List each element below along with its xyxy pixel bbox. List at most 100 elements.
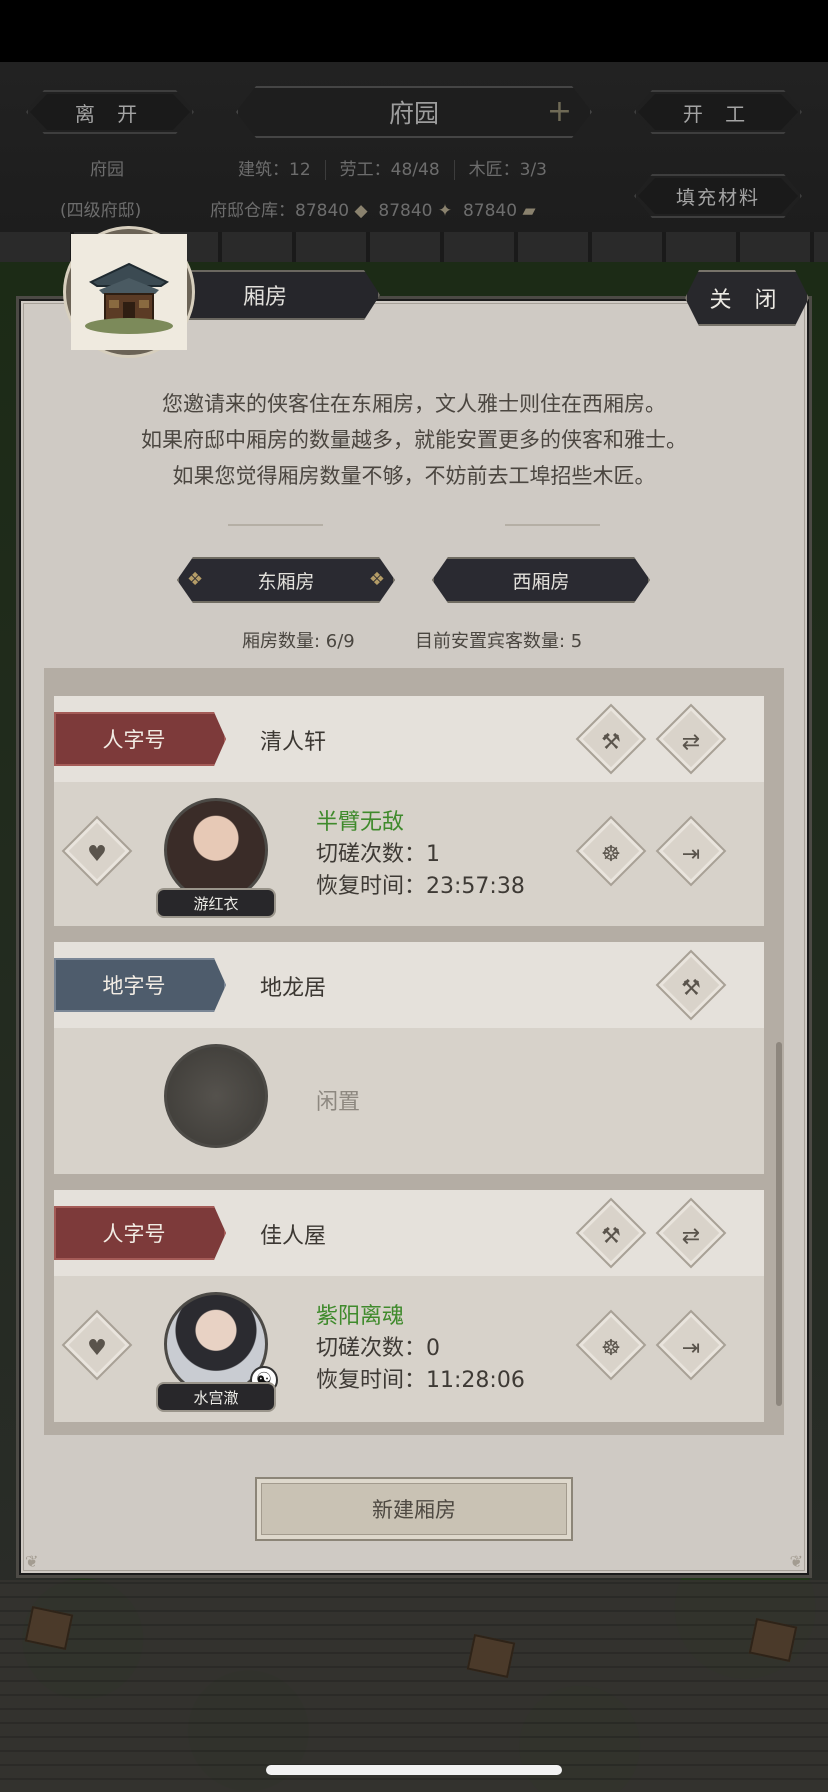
hammer-icon: ⚒ (681, 975, 701, 1001)
ornament-icon: ❖ (368, 569, 385, 590)
recover-time: 恢复时间：11:28:06 (316, 1362, 525, 1394)
room-name: 清人轩 (260, 730, 327, 755)
hammer-icon: ⚒ (601, 1223, 621, 1249)
hammer-icon: ⚒ (601, 729, 621, 755)
labor-count: 劳工：48/48 (339, 160, 440, 180)
spar-label: 切磋次数： (316, 1336, 427, 1361)
swap-button[interactable]: ⇄ (655, 1197, 727, 1269)
spar-count: 切磋次数：1 (316, 836, 440, 868)
fill-materials-label: 填充材料 (675, 186, 760, 209)
recover-value: 11:28:06 (426, 1368, 525, 1393)
stock-value: 87840 (295, 201, 350, 221)
paw-icon: ☸ (601, 1335, 621, 1361)
ornament-divider (228, 524, 323, 526)
corner-ornament: ❦ (789, 1552, 803, 1571)
ornament-icon: ❖ (187, 569, 204, 590)
carpenter-count: 木匠：3/3 (468, 160, 547, 180)
spar-value: 0 (426, 1336, 441, 1361)
page-title: 府园 (388, 99, 439, 128)
empty-avatar[interactable] (164, 1044, 268, 1148)
corner-ornament: ❦ (25, 1552, 39, 1571)
heart-icon: ♥ (87, 1335, 107, 1361)
room-grade: 地字号 (102, 974, 166, 998)
ornament-divider (505, 524, 600, 526)
room-card: 人字号 佳人屋 ⚒ ⇄ ♥ ☯ 水宫澈 紫阳离魂 切磋次数：0 恢复时间：11:… (54, 1190, 764, 1422)
exit-icon: ⇥ (681, 841, 701, 867)
material-icon: ◆ (354, 201, 368, 221)
guest-count: 目前安置宾客数量: 5 (415, 631, 583, 652)
house-icon (71, 234, 187, 350)
stock-value: 87840 (462, 201, 518, 221)
room-count: 厢房数量: 6/9 (242, 631, 355, 652)
tab-east-wing[interactable]: ❖ 东厢房 ❖ (177, 557, 395, 603)
swap-icon: ⇄ (681, 729, 701, 755)
swap-button[interactable]: ⇄ (655, 703, 727, 775)
start-work-label: 开 工 (682, 101, 754, 126)
room-grade-badge: 人字号 (54, 712, 226, 766)
idle-status: 闲置 (316, 1090, 361, 1115)
upgrade-button[interactable]: ⚒ (655, 949, 727, 1021)
leave-label: 离 开 (74, 101, 146, 126)
stock-value: 87840 (378, 201, 433, 221)
location-level: (四级府邸) (60, 201, 142, 221)
avatar-name: 游红衣 (156, 888, 276, 918)
upgrade-button[interactable]: ⚒ (575, 703, 647, 775)
scrollbar[interactable] (776, 1042, 782, 1406)
evict-button[interactable]: ⇥ (655, 1309, 727, 1381)
close-button[interactable]: 关 闭 (685, 270, 809, 326)
train-button[interactable]: ☸ (575, 1309, 647, 1381)
favor-button[interactable]: ♥ (61, 1309, 133, 1381)
room-grade: 人字号 (102, 728, 166, 752)
description-line: 您邀请来的侠客住在东厢房，文人雅士则住在西厢房。 (162, 392, 666, 416)
new-room-button[interactable]: 新建厢房 (255, 1477, 573, 1541)
evict-button[interactable]: ⇥ (655, 815, 727, 887)
avatar-name: 水宫澈 (156, 1382, 276, 1412)
tab-west-wing[interactable]: 西厢房 (432, 557, 650, 603)
recover-value: 23:57:38 (426, 874, 525, 899)
room-card: 人字号 清人轩 ⚒ ⇄ ♥ 游红衣 半臂无敌 切磋次数：1 恢复时间：23:57… (54, 696, 764, 926)
room-name: 佳人屋 (260, 1224, 327, 1249)
description-line: 如果您觉得厢房数量不够，不妨前去工埠招些木匠。 (172, 464, 656, 488)
paw-icon: ☸ (601, 841, 621, 867)
room-header: 地字号 地龙居 ⚒ (54, 942, 764, 1028)
close-label: 关 闭 (709, 288, 785, 313)
description-line: 如果府邸中厢房的数量越多，就能安置更多的侠客和雅士。 (141, 428, 687, 452)
tab-west-label: 西厢房 (512, 570, 570, 593)
fill-materials-button[interactable]: 填充材料 (634, 174, 802, 218)
tab-east-label: 东厢房 (257, 570, 315, 593)
spar-count: 切磋次数：0 (316, 1330, 440, 1362)
room-grade: 人字号 (102, 1222, 166, 1246)
room-grade-badge: 人字号 (54, 1206, 226, 1260)
room-list[interactable]: 人字号 清人轩 ⚒ ⇄ ♥ 游红衣 半臂无敌 切磋次数：1 恢复时间：23:57… (44, 668, 784, 1435)
material-icon: ✦ (437, 201, 453, 221)
room-header: 人字号 佳人屋 ⚒ ⇄ (54, 1190, 764, 1276)
exit-icon: ⇥ (681, 1335, 701, 1361)
building-count: 建筑：12 (238, 160, 311, 180)
room-card: 地字号 地龙居 ⚒ 闲置 (54, 942, 764, 1174)
favor-button[interactable]: ♥ (61, 815, 133, 887)
plus-icon[interactable]: + (547, 96, 572, 128)
leave-button[interactable]: 离 开 (26, 90, 194, 134)
location-name: 府园 (90, 160, 124, 180)
upgrade-button[interactable]: ⚒ (575, 1197, 647, 1269)
guest-name: 紫阳离魂 (316, 1304, 405, 1329)
recover-time: 恢复时间：23:57:38 (316, 868, 525, 900)
stone-path (0, 1580, 828, 1792)
train-button[interactable]: ☸ (575, 815, 647, 887)
swap-icon: ⇄ (681, 1223, 701, 1249)
dialog-title: 厢房 (242, 285, 287, 310)
home-indicator[interactable] (266, 1765, 562, 1775)
status-bar-area (0, 0, 828, 62)
heart-icon: ♥ (87, 841, 107, 867)
room-header: 人字号 清人轩 ⚒ ⇄ (54, 696, 764, 782)
spar-value: 1 (426, 842, 441, 867)
start-work-button[interactable]: 开 工 (634, 90, 802, 134)
guest-name: 半臂无敌 (316, 810, 405, 835)
room-grade-badge: 地字号 (54, 958, 226, 1012)
new-room-label: 新建厢房 (372, 1498, 456, 1522)
recover-label: 恢复时间： (316, 874, 427, 899)
room-name: 地龙居 (260, 976, 327, 1001)
avatar[interactable] (164, 798, 268, 902)
building-portrait (66, 229, 192, 355)
header-title-bar: 府园 + (236, 86, 592, 138)
